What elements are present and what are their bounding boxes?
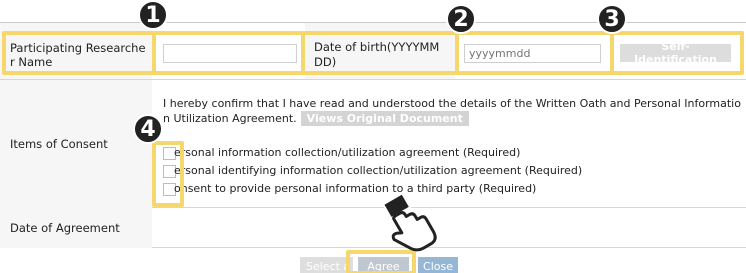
researcher-label-cell: Participating Researche r Name [0, 23, 152, 79]
confirm-line-2: n Utilization Agreement. [163, 112, 297, 125]
dob-label: Date of birth(YYYYMM DD) [314, 40, 440, 69]
select-all-button[interactable]: Select a [300, 257, 353, 273]
step-marker-4: 4 [133, 114, 163, 144]
confirm-line-1: I hereby confirm that I have read and un… [163, 97, 741, 110]
consent-label: Items of Consent [10, 137, 108, 151]
agreement-date-label-cell: Date of Agreement [0, 208, 152, 248]
consent-label-cell: Items of Consent [0, 80, 152, 208]
step-marker-3: 3 [597, 4, 627, 34]
confirm-statement: I hereby confirm that I have read and un… [163, 96, 746, 126]
self-identification-button[interactable]: Self-Identification [620, 40, 731, 66]
highlight-divider [610, 35, 614, 72]
consent-item-label: ersonal information collection/utilizati… [174, 146, 521, 159]
highlight-divider [455, 35, 459, 72]
dob-input[interactable] [464, 44, 601, 63]
researcher-name-input[interactable] [163, 44, 297, 63]
highlight-divider [301, 35, 305, 72]
view-original-document-button[interactable]: Views Original Document [300, 111, 469, 126]
consent-item-label: onsent to provide personal information t… [174, 182, 537, 195]
hand-pointer-icon [381, 192, 437, 252]
agreement-date-label: Date of Agreement [10, 221, 120, 235]
consent-item-label: ersonal identifying information collecti… [174, 164, 583, 177]
step-marker-1: 1 [138, 0, 168, 30]
highlight-divider [152, 35, 156, 72]
step-marker-2: 2 [446, 4, 476, 34]
dob-label-cell: Date of birth(YYYYMM DD) [305, 23, 455, 79]
researcher-label: Participating Researche r Name [10, 41, 146, 69]
